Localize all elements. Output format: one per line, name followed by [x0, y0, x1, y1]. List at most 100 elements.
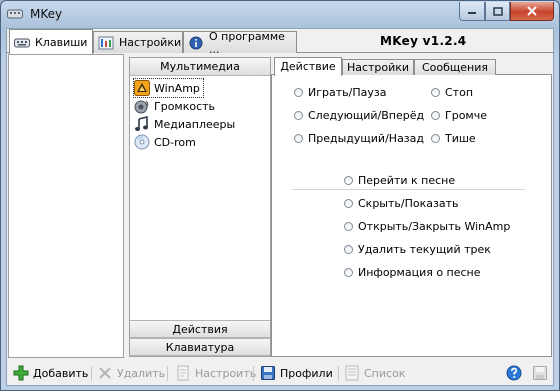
- title-bar[interactable]: MKey: [1, 1, 559, 27]
- category-item-winamp[interactable]: WinAmp: [133, 78, 204, 98]
- category-header-multimedia[interactable]: Мультимедиа: [130, 58, 270, 76]
- category-header-keyboard[interactable]: Клавиатура: [130, 338, 270, 356]
- radio-label: Играть/Пауза: [308, 86, 387, 99]
- radio-goto-song[interactable]: Перейти к песне: [344, 174, 455, 187]
- category-item-label: Медиаплееры: [154, 117, 236, 131]
- subtab-messages[interactable]: Сообщения: [414, 59, 496, 75]
- bottom-toolbar: Добавить Удалить Настроить Профили Списо…: [7, 362, 553, 385]
- configure-button-label: Настроить: [195, 366, 257, 380]
- close-icon: [527, 6, 537, 16]
- settings-icon: [98, 36, 114, 49]
- separator: [292, 189, 525, 191]
- radio-label: Громче: [445, 109, 487, 122]
- radio-louder[interactable]: Громче: [431, 109, 487, 122]
- radio-label: Стоп: [445, 86, 474, 99]
- delete-button[interactable]: Удалить: [97, 364, 165, 382]
- client-area: Клавиши Настройки О программе ... MKey v…: [6, 28, 554, 386]
- radio-label: Перейти к песне: [358, 174, 456, 187]
- radio-circle[interactable]: [431, 88, 440, 97]
- radio-circle[interactable]: [344, 176, 353, 185]
- close-button[interactable]: [510, 2, 554, 21]
- winamp-icon: [134, 80, 150, 96]
- radio-delete-track[interactable]: Удалить текущий трек: [344, 243, 491, 256]
- add-button[interactable]: Добавить: [13, 364, 88, 382]
- radio-label: Информация о песне: [358, 266, 481, 279]
- save-button[interactable]: [532, 364, 548, 382]
- radio-label: Следующий/Вперёд: [308, 109, 425, 122]
- radio-label: Открыть/Закрыть WinAmp: [358, 220, 511, 233]
- radio-next[interactable]: Следующий/Вперёд: [294, 109, 424, 122]
- keyboard-icon: [14, 38, 30, 48]
- cd-icon: [134, 134, 150, 150]
- tab-keys[interactable]: Клавиши: [9, 29, 93, 54]
- radio-circle[interactable]: [344, 245, 353, 254]
- maximize-icon: [492, 6, 503, 16]
- key-list-panel[interactable]: [8, 54, 124, 358]
- toolbar-separator: [253, 366, 254, 381]
- save-profile-icon: [261, 366, 275, 380]
- action-panel: Действие Настройки Сообщения Играть/Пауз…: [271, 57, 552, 357]
- app-window: MKey Клавиши Настройки О программе ... M…: [0, 0, 560, 391]
- radio-label: Тише: [445, 132, 476, 145]
- subtab-action[interactable]: Действие: [274, 57, 342, 76]
- category-item-volume[interactable]: Громкость: [134, 97, 218, 115]
- sub-tab-strip: Действие Настройки Сообщения: [271, 57, 552, 76]
- radio-hide-show[interactable]: Скрыть/Показать: [344, 197, 458, 210]
- subtab-settings[interactable]: Настройки: [342, 59, 414, 75]
- radio-open-close-winamp[interactable]: Открыть/Закрыть WinAmp: [344, 220, 510, 233]
- radio-circle[interactable]: [431, 134, 440, 143]
- radio-label: Предыдущий/Назад: [308, 132, 424, 145]
- radio-circle[interactable]: [431, 111, 440, 120]
- minimize-icon: [468, 12, 476, 14]
- category-item-mediaplayers[interactable]: Медиаплееры: [134, 115, 238, 133]
- list-icon: [345, 365, 359, 381]
- document-edit-icon: [177, 365, 189, 381]
- tab-about-label: О программе ...: [209, 29, 285, 56]
- floppy-disk-icon: [533, 366, 547, 380]
- list-button[interactable]: Список: [344, 364, 405, 382]
- main-tab-strip: Клавиши Настройки О программе ... MKey v…: [7, 29, 553, 56]
- radio-circle[interactable]: [294, 134, 303, 143]
- maximize-button[interactable]: [485, 2, 510, 21]
- speaker-icon: [134, 100, 149, 114]
- category-header-actions[interactable]: Действия: [130, 320, 270, 338]
- radio-circle[interactable]: [344, 222, 353, 231]
- category-item-label: Громкость: [154, 99, 216, 113]
- radio-circle[interactable]: [344, 199, 353, 208]
- radio-circle[interactable]: [344, 268, 353, 277]
- delete-button-label: Удалить: [117, 366, 166, 380]
- profiles-button-label: Профили: [280, 366, 333, 380]
- plus-icon: [13, 365, 29, 381]
- window-title: MKey: [30, 7, 63, 21]
- tab-settings-label: Настройки: [119, 36, 182, 49]
- toolbar-separator: [91, 366, 92, 381]
- tab-settings[interactable]: Настройки: [93, 31, 183, 53]
- radio-previous[interactable]: Предыдущий/Назад: [294, 132, 424, 145]
- add-button-label: Добавить: [33, 366, 89, 380]
- category-item-cdrom[interactable]: CD-rom: [134, 133, 199, 151]
- music-note-icon: [135, 116, 148, 131]
- radio-label: Скрыть/Показать: [358, 197, 459, 210]
- configure-button[interactable]: Настроить: [175, 364, 256, 382]
- radio-circle[interactable]: [294, 88, 303, 97]
- category-item-label: CD-rom: [154, 135, 196, 149]
- radio-quieter[interactable]: Тише: [431, 132, 476, 145]
- delete-icon: [99, 367, 111, 379]
- keyboard-app-icon: [7, 9, 23, 19]
- tab-keys-label: Клавиши: [35, 35, 88, 49]
- category-panel: Мультимедиа WinAmp Громкость Медиаплееры…: [129, 57, 271, 357]
- tab-about[interactable]: О программе ...: [183, 29, 297, 56]
- action-options: Играть/Пауза Следующий/Вперёд Предыдущий…: [271, 75, 552, 357]
- list-button-label: Список: [364, 366, 406, 380]
- help-button[interactable]: [506, 364, 522, 382]
- help-icon: [506, 365, 522, 381]
- radio-label: Удалить текущий трек: [358, 243, 491, 256]
- toolbar-separator: [167, 366, 168, 381]
- info-icon: [189, 36, 203, 49]
- radio-song-info[interactable]: Информация о песне: [344, 266, 481, 279]
- radio-stop[interactable]: Стоп: [431, 86, 473, 99]
- profiles-button[interactable]: Профили: [260, 364, 333, 382]
- radio-play-pause[interactable]: Играть/Пауза: [294, 86, 386, 99]
- radio-circle[interactable]: [294, 111, 303, 120]
- minimize-button[interactable]: [459, 2, 485, 21]
